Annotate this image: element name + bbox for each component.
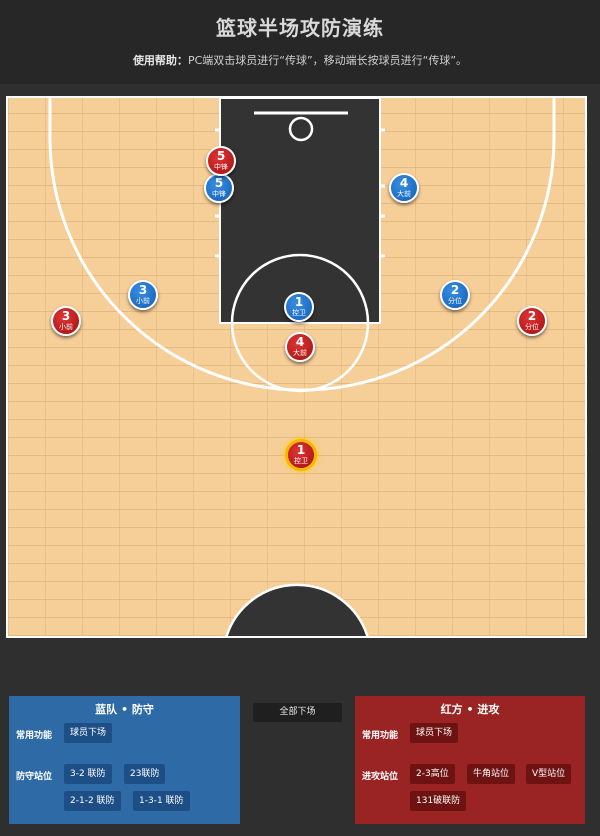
- page-title: 篮球半场攻防演练: [216, 16, 384, 40]
- center-circle: [225, 583, 369, 636]
- court-lines: [48, 98, 556, 636]
- red-player-power-forward[interactable]: 4 大前: [285, 332, 315, 362]
- blue-team-panel: 蓝队 • 防守 常用功能 球员下场 防守站位 3-2 联防 23联防 2-1-2…: [9, 696, 240, 824]
- blue-player-point-guard[interactable]: 1 控卫: [284, 292, 314, 322]
- red-player-small-forward[interactable]: 3 小前: [51, 306, 81, 336]
- red-player-center[interactable]: 5 中锋: [206, 146, 236, 176]
- red-bench-button[interactable]: 球员下场: [410, 723, 459, 743]
- red-common-label: 常用功能: [362, 731, 399, 741]
- horns-set-button[interactable]: 牛角站位: [467, 764, 516, 784]
- header: 篮球半场攻防演练 使用帮助：PC端双击球员进行“传球”，移动端长按球员进行“传球…: [0, 0, 600, 84]
- high-2-3-button[interactable]: 2-3高位: [410, 764, 455, 784]
- zone-1-3-1-button[interactable]: 1-3-1 联防: [133, 791, 190, 811]
- red-player-point-guard-ball-holder[interactable]: 1 控卫: [285, 439, 317, 471]
- zone-2-1-2-button[interactable]: 2-1-2 联防: [64, 791, 121, 811]
- help-text: 使用帮助：PC端双击球员进行“传球”，移动端长按球员进行“传球”。: [0, 52, 600, 68]
- zone-2-3-button[interactable]: 23联防: [124, 764, 166, 784]
- red-team-panel: 红方 • 进攻 常用功能 球员下场 进攻站位 2-3高位 牛角站位 V型站位 1…: [355, 696, 585, 824]
- zone-3-2-button[interactable]: 3-2 联防: [64, 764, 112, 784]
- help-content: PC端双击球员进行“传球”，移动端长按球员进行“传球”。: [187, 54, 468, 67]
- paint-area: [219, 98, 381, 324]
- basketball-court: 5 中锋 4 大前 3 小前 2 分位 1 控卫 5 中锋 3 小前 2 分位 4 大前 1 控卫: [6, 96, 587, 638]
- red-player-shooting-guard[interactable]: 2 分位: [517, 306, 547, 336]
- blue-player-power-forward[interactable]: 4 大前: [389, 173, 419, 203]
- red-panel-title: 红方 • 进攻: [440, 703, 500, 716]
- v-set-button[interactable]: V型站位: [526, 764, 572, 784]
- blue-common-label: 常用功能: [16, 731, 53, 741]
- zone-breaker-131-button[interactable]: 131破联防: [410, 791, 467, 811]
- help-label: 使用帮助：: [132, 54, 188, 67]
- blue-panel-title: 蓝队 • 防守: [95, 703, 154, 716]
- blue-player-shooting-guard[interactable]: 2 分位: [440, 280, 470, 310]
- all-bench-button[interactable]: 全部下场: [253, 703, 342, 722]
- blue-player-center[interactable]: 5 中锋: [204, 173, 234, 203]
- blue-bench-button[interactable]: 球员下场: [64, 723, 113, 743]
- red-station-label: 进攻站位: [362, 772, 399, 782]
- blue-player-small-forward[interactable]: 3 小前: [128, 280, 158, 310]
- blue-station-label: 防守站位: [16, 772, 53, 782]
